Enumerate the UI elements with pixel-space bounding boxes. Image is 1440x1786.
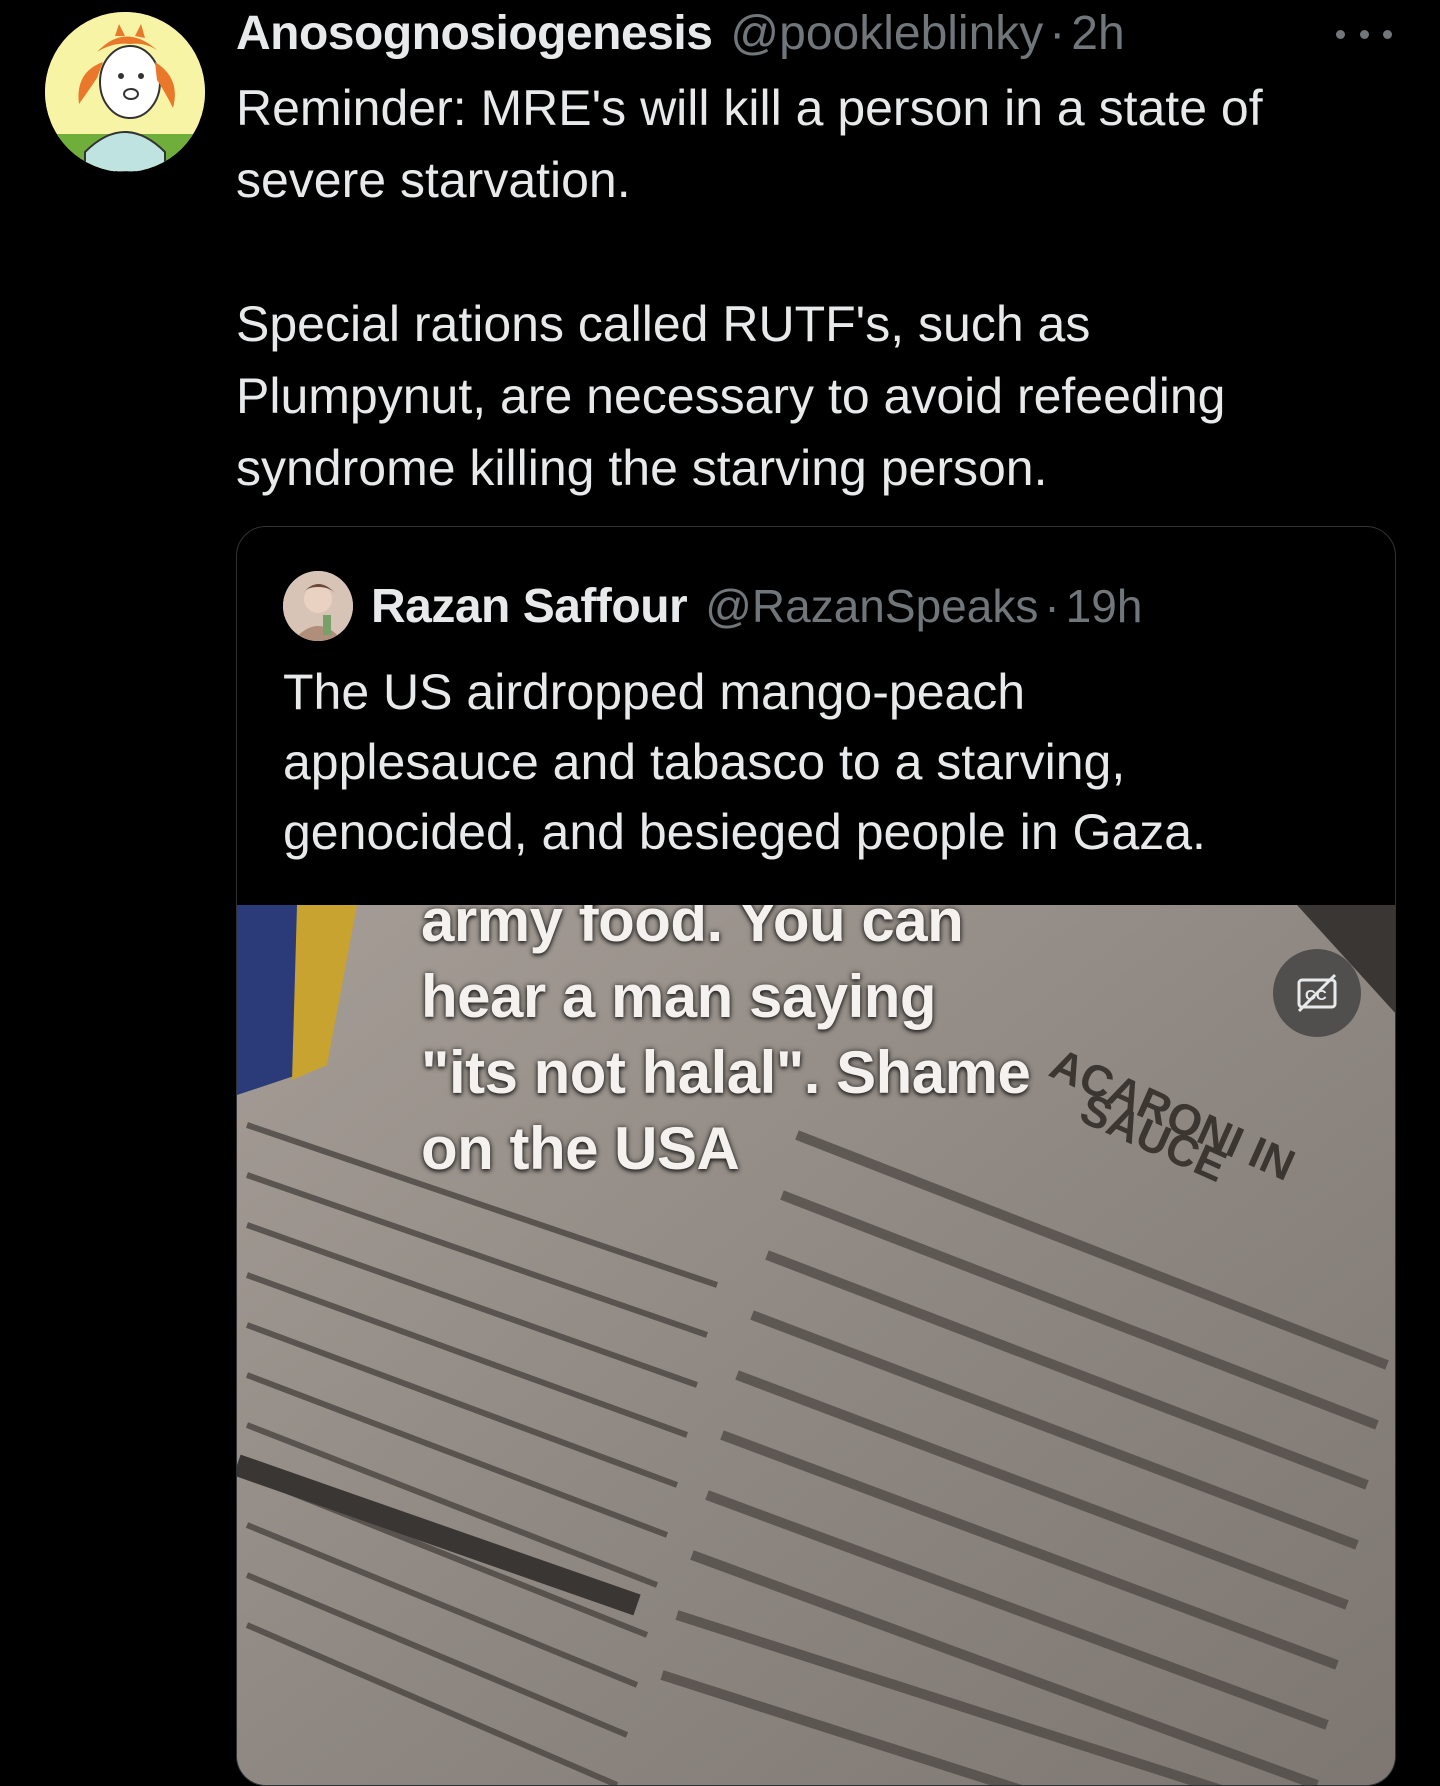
- quoted-tweet-header: Razan Saffour @RazanSpeaks · 19h: [283, 571, 1363, 641]
- tweet-text: Reminder: MRE's will kill a person in a …: [236, 72, 1396, 504]
- separator-dot: ·: [1049, 7, 1066, 60]
- caption-line: on the USA: [421, 1115, 740, 1182]
- tweet-timestamp[interactable]: 2h: [1071, 6, 1124, 61]
- quoted-tweet-timestamp[interactable]: 19h: [1066, 579, 1143, 633]
- cartoon-avatar-icon: [45, 12, 205, 172]
- tweet-line: Special rations called RUTF's, such as: [236, 296, 1091, 352]
- caption-line: army food. You can: [421, 905, 964, 954]
- author-handle[interactable]: @pookleblinky: [730, 6, 1043, 61]
- quoted-tweet-line: applesauce and tabasco to a starving,: [283, 734, 1126, 790]
- quoted-author-handle[interactable]: @RazanSpeaks: [705, 579, 1038, 633]
- video-caption: army food. You can hear a man saying "it…: [421, 905, 1181, 1187]
- tweet[interactable]: Anosognosiogenesis @pookleblinky · 2h Re…: [0, 0, 1440, 1786]
- quoted-tweet-line: The US airdropped mango-peach: [283, 664, 1026, 720]
- captions-off-icon: CC: [1297, 973, 1337, 1013]
- captions-toggle-button[interactable]: CC: [1273, 949, 1361, 1037]
- more-dot: [1359, 29, 1369, 39]
- author-display-name[interactable]: Anosognosiogenesis: [236, 6, 713, 61]
- more-options-icon[interactable]: [1336, 16, 1392, 52]
- author-avatar[interactable]: [45, 12, 205, 172]
- tweet-header: Anosognosiogenesis @pookleblinky · 2h: [236, 6, 1416, 62]
- quoted-tweet-text: The US airdropped mango-peach applesauce…: [283, 657, 1363, 867]
- caption-line: hear a man saying: [421, 963, 937, 1030]
- tweet-line: severe starvation.: [236, 152, 631, 208]
- tweet-line: Reminder: MRE's will kill a person in a …: [236, 80, 1263, 136]
- caption-line: "its not halal". Shame: [421, 1039, 1031, 1106]
- video-media[interactable]: ACARONI IN SAUCE army food. You can hear…: [237, 905, 1395, 1785]
- quoted-author-avatar[interactable]: [283, 571, 353, 641]
- tweet-line: Plumpynut, are necessary to avoid refeed…: [236, 368, 1226, 424]
- quoted-tweet-card[interactable]: Razan Saffour @RazanSpeaks · 19h The US …: [236, 526, 1396, 1786]
- separator-dot: ·: [1044, 580, 1060, 632]
- quoted-tweet-line: genocided, and besieged people in Gaza.: [283, 804, 1206, 860]
- more-dot: [1383, 29, 1392, 39]
- quoted-author-display-name[interactable]: Razan Saffour: [371, 579, 688, 634]
- more-dot: [1336, 29, 1345, 39]
- tweet-line: syndrome killing the starving person.: [236, 440, 1048, 496]
- profile-photo-icon: [283, 571, 353, 641]
